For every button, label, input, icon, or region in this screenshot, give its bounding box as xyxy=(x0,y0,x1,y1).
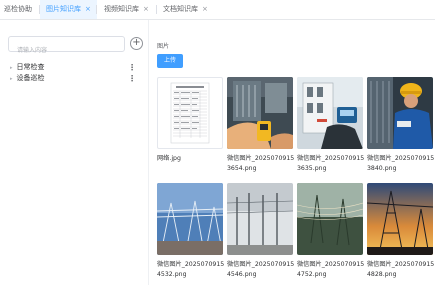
image-thumbnail[interactable] xyxy=(367,77,433,149)
plus-circle-icon[interactable]: + xyxy=(130,37,143,50)
close-icon[interactable]: × xyxy=(85,5,91,13)
image-thumbnail[interactable] xyxy=(157,77,223,149)
power-lines-photo xyxy=(297,183,363,255)
file-name: 网络.jpg xyxy=(157,154,229,164)
file-name-line: 微信图片_2025070915 xyxy=(297,261,365,268)
file-name-line: 4546.png xyxy=(227,271,257,278)
file-name-line: 微信图片_2025070915 xyxy=(367,155,435,162)
tab-label: 视频知识库 xyxy=(104,5,139,13)
sunset-tower-photo xyxy=(367,183,433,255)
sidebar-item-equipment-inspection[interactable]: ▸ 设备巡检 ⋮ xyxy=(10,73,138,84)
chevron-right-icon[interactable]: ▸ xyxy=(10,65,13,71)
file-name-line: 3654.png xyxy=(227,165,257,172)
search-input[interactable] xyxy=(9,43,124,58)
chevron-right-icon[interactable]: ▸ xyxy=(10,76,13,82)
close-icon[interactable]: × xyxy=(143,5,149,13)
file-name-line: 4752.png xyxy=(297,271,327,278)
sidebar-item-daily-check[interactable]: ▸ 日常检查 ⋮ xyxy=(10,62,138,73)
file-name-line: 网络.jpg xyxy=(157,155,181,162)
substation-photo xyxy=(157,183,223,255)
file-name-line: 微信图片_2025070915 xyxy=(367,261,435,268)
upload-button[interactable]: 上传 xyxy=(157,54,183,68)
tab-label: 图片知识库 xyxy=(46,5,81,13)
file-name-line: 微信图片_2025070915 xyxy=(227,155,295,162)
electrical-panel-photo xyxy=(227,77,293,149)
tab-video-knowledge[interactable]: 视频知识库 × xyxy=(104,0,149,19)
file-name: 微信图片_2025070915 3654.png xyxy=(227,154,299,174)
image-thumbnail[interactable] xyxy=(297,183,363,255)
document-image xyxy=(170,82,210,144)
tab-inspection-assist[interactable]: 巡检协助 xyxy=(4,0,32,19)
tab-label: 文档知识库 xyxy=(163,5,198,13)
worker-helmet-photo xyxy=(367,77,433,149)
file-name: 微信图片_2025070915 3840.png xyxy=(367,154,435,174)
file-name: 微信图片_2025070915 4546.png xyxy=(227,260,299,280)
file-name: 微信图片_2025070915 3635.png xyxy=(297,154,369,174)
file-name-line: 3635.png xyxy=(297,165,327,172)
switchyard-photo xyxy=(227,183,293,255)
file-name: 微信图片_2025070915 4828.png xyxy=(367,260,435,280)
tab-label: 巡检协助 xyxy=(4,5,32,13)
sidebar-item-label: 设备巡检 xyxy=(16,74,45,82)
tab-divider xyxy=(96,5,97,14)
close-icon[interactable]: × xyxy=(202,5,208,13)
tab-image-knowledge[interactable]: 图片知识库 × xyxy=(40,0,97,19)
image-thumbnail[interactable] xyxy=(227,77,293,149)
file-name-line: 4828.png xyxy=(367,271,397,278)
panel-divider xyxy=(148,20,149,285)
file-name-line: 微信图片_2025070915 xyxy=(157,261,225,268)
file-name: 微信图片_2025070915 4752.png xyxy=(297,260,369,280)
file-name: 微信图片_2025070915 4532.png xyxy=(157,260,229,280)
more-vertical-icon[interactable]: ⋮ xyxy=(128,62,136,73)
file-name-line: 微信图片_2025070915 xyxy=(227,261,295,268)
section-title: 图片 xyxy=(157,43,170,50)
image-thumbnail[interactable] xyxy=(227,183,293,255)
tab-bar: 巡检协助 图片知识库 × 视频知识库 × 文档知识库 × xyxy=(0,0,435,20)
tab-document-knowledge[interactable]: 文档知识库 × xyxy=(163,0,208,19)
image-thumbnail[interactable] xyxy=(157,183,223,255)
file-name-line: 微信图片_2025070915 xyxy=(297,155,365,162)
tab-divider xyxy=(156,5,157,14)
meter-testing-photo xyxy=(297,77,363,149)
image-thumbnail[interactable] xyxy=(297,77,363,149)
sidebar-item-label: 日常检查 xyxy=(16,63,45,71)
search-field[interactable] xyxy=(8,36,125,58)
file-name-line: 3840.png xyxy=(367,165,397,172)
more-vertical-icon[interactable]: ⋮ xyxy=(128,73,136,84)
file-name-line: 4532.png xyxy=(157,271,187,278)
image-thumbnail[interactable] xyxy=(367,183,433,255)
